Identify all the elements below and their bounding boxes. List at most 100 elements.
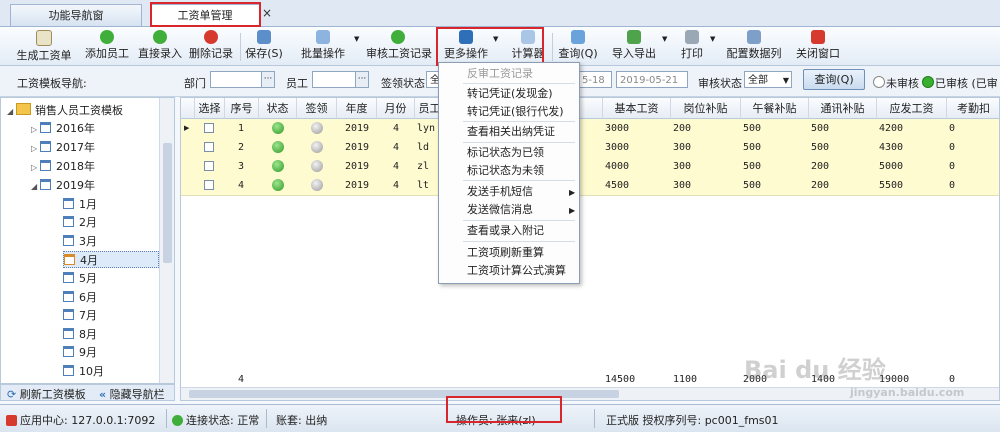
chevron-down-icon[interactable]: ▼: [662, 35, 667, 43]
close-icon[interactable]: ×: [262, 6, 272, 20]
col-header-gross-pay[interactable]: 应发工资: [877, 98, 947, 119]
query-button[interactable]: 查询(Q): [558, 29, 598, 63]
scrollbar-thumb[interactable]: [163, 143, 172, 263]
menu-item-notes[interactable]: 查看或录入附记: [467, 222, 544, 239]
tree-month-8[interactable]: 8月: [63, 326, 97, 343]
cell-post: 300: [673, 161, 692, 172]
cell-gross: 5500: [879, 180, 904, 191]
chevron-down-icon[interactable]: ▼: [493, 35, 498, 43]
cell-gross: 5000: [879, 161, 904, 172]
col-header-year[interactable]: 年度: [337, 98, 377, 119]
employee-picker-button[interactable]: ···: [355, 71, 369, 88]
col-header-no[interactable]: 序号: [225, 98, 259, 119]
menu-item-mark-unsigned[interactable]: 标记状态为未领: [467, 162, 544, 179]
row-checkbox[interactable]: [204, 142, 214, 152]
col-header-lunch-allowance[interactable]: 午餐补贴: [741, 98, 809, 119]
expand-icon[interactable]: ▷: [31, 159, 40, 176]
row-checkbox[interactable]: [204, 123, 214, 133]
tab-payroll[interactable]: 工资单管理: [150, 4, 260, 27]
tree-month-10[interactable]: 10月: [63, 363, 104, 380]
tree-year-2018[interactable]: ▷ 2018年: [31, 158, 95, 175]
department-picker-button[interactable]: ···: [261, 71, 275, 88]
audit-status-label: 审核状态: [698, 77, 742, 90]
col-header-attendance[interactable]: 考勤扣: [947, 98, 999, 119]
row-checkbox[interactable]: [204, 180, 214, 190]
more-operations-button[interactable]: 更多操作: [440, 29, 492, 63]
button-label: 添加员工: [85, 47, 129, 60]
more-operations-menu: 反审工资记录 转记凭证(发现金) 转记凭证(银行代发) 查看相关出纳凭证 标记状…: [438, 62, 580, 284]
direct-entry-button[interactable]: 直接录入: [135, 29, 185, 63]
refresh-template-button[interactable]: ⟳ 刷新工资模板: [7, 386, 86, 402]
print-button[interactable]: 打印: [678, 29, 706, 63]
scrollbar-thumb[interactable]: [189, 390, 619, 398]
tree-month-6[interactable]: 6月: [63, 289, 97, 306]
audit-status-select[interactable]: 全部 ▼: [744, 71, 792, 88]
tree-year-2019[interactable]: ◢ 2019年: [31, 177, 95, 194]
button-label: 隐藏导航栏: [109, 388, 165, 401]
department-input[interactable]: [210, 71, 262, 88]
expand-icon[interactable]: ▷: [31, 121, 40, 138]
col-header-post-allowance[interactable]: 岗位补贴: [671, 98, 741, 119]
tree-month-5[interactable]: 5月: [63, 270, 97, 287]
delete-record-button[interactable]: 删除记录: [187, 29, 235, 63]
toolbar: 生成工资单 添加员工 直接录入 删除记录 保存(S) 批量操作 ▼ 审核工资记录…: [0, 27, 1000, 66]
table-row[interactable]: 2 2019 4 ld 3000 300 500 500 4300 0: [181, 138, 999, 158]
query-filter-button[interactable]: 查询(Q): [803, 69, 865, 90]
menu-item-unaudit: 反审工资记录: [467, 67, 533, 80]
submenu-arrow-icon: ▶: [569, 188, 576, 197]
audit-payroll-button[interactable]: 审核工资记录: [366, 29, 432, 63]
hide-nav-button[interactable]: « 隐藏导航栏: [99, 386, 165, 402]
calendar-icon: [63, 328, 74, 339]
menu-item-view-cashier-voucher[interactable]: 查看相关出纳凭证: [467, 123, 555, 140]
menu-item-recalculate[interactable]: 工资项刷新重算: [467, 244, 544, 261]
tree-year-2016[interactable]: ▷ 2016年: [31, 120, 95, 137]
tab-function-nav[interactable]: 功能导航窗: [10, 4, 142, 26]
tree-month-9[interactable]: 9月: [63, 344, 97, 361]
menu-item-send-wechat[interactable]: 发送微信消息: [467, 201, 533, 218]
col-header-comm-allowance[interactable]: 通讯补贴: [809, 98, 877, 119]
date-from-input[interactable]: 5-18: [578, 71, 612, 88]
tree-root[interactable]: ◢ 销售人员工资模板: [7, 102, 123, 119]
tree-month-4-selected[interactable]: 4月: [63, 251, 159, 268]
collapse-icon[interactable]: ◢: [31, 178, 40, 195]
expand-icon[interactable]: ▷: [31, 140, 40, 157]
collapse-icon[interactable]: ◢: [7, 103, 16, 120]
menu-item-send-sms[interactable]: 发送手机短信: [467, 183, 533, 200]
tree-year-2017[interactable]: ▷ 2017年: [31, 139, 95, 156]
tree-month-1[interactable]: 1月: [63, 196, 97, 213]
close-window-button[interactable]: 关闭窗口: [794, 29, 842, 63]
tree-month-3[interactable]: 3月: [63, 233, 97, 250]
employee-input[interactable]: [312, 71, 356, 88]
menu-item-formula-demo[interactable]: 工资项计算公式演算: [467, 262, 566, 279]
col-header-status[interactable]: 状态: [259, 98, 297, 119]
row-checkbox[interactable]: [204, 161, 214, 171]
save-button[interactable]: 保存(S): [245, 29, 283, 63]
col-header-select[interactable]: 选择: [195, 98, 225, 119]
add-employee-button[interactable]: 添加员工: [82, 29, 132, 63]
menu-item-voucher-bank[interactable]: 转记凭证(银行代发): [467, 103, 564, 120]
generate-payroll-button[interactable]: 生成工资单: [14, 29, 74, 63]
cell-month: 4: [393, 180, 400, 191]
import-export-button[interactable]: 导入导出: [610, 29, 658, 63]
sign-status-icon: [311, 160, 323, 172]
menu-item-voucher-cash[interactable]: 转记凭证(发现金): [467, 85, 553, 102]
chevron-down-icon[interactable]: ▼: [354, 35, 359, 43]
unaudited-radio[interactable]: [873, 76, 885, 88]
table-row[interactable]: 4 2019 4 lt 4500 300 500 200 5500 0: [181, 176, 999, 196]
tree-month-7[interactable]: 7月: [63, 307, 97, 324]
col-header-month[interactable]: 月份: [377, 98, 415, 119]
chevron-down-icon[interactable]: ▼: [710, 35, 715, 43]
col-header-sign[interactable]: 签领: [297, 98, 337, 119]
batch-operation-button[interactable]: 批量操作: [296, 29, 350, 63]
tree-scrollbar[interactable]: [159, 98, 174, 383]
calculator-button[interactable]: 计算器: [510, 29, 546, 63]
table-row[interactable]: 3 2019 4 zl 4000 300 500 200 5000 0: [181, 157, 999, 177]
tree-month-2[interactable]: 2月: [63, 214, 97, 231]
date-to-input[interactable]: 2019-05-21: [616, 71, 688, 88]
audited-radio[interactable]: [922, 76, 934, 88]
menu-item-mark-signed[interactable]: 标记状态为已领: [467, 144, 544, 161]
table-row[interactable]: ▶ 1 2019 4 lyn 3000 200 500 500 4200 0: [181, 119, 999, 139]
col-header-base-salary[interactable]: 基本工资: [603, 98, 671, 119]
configure-columns-button[interactable]: 配置数据列: [726, 29, 782, 63]
status-separator: [266, 409, 267, 428]
